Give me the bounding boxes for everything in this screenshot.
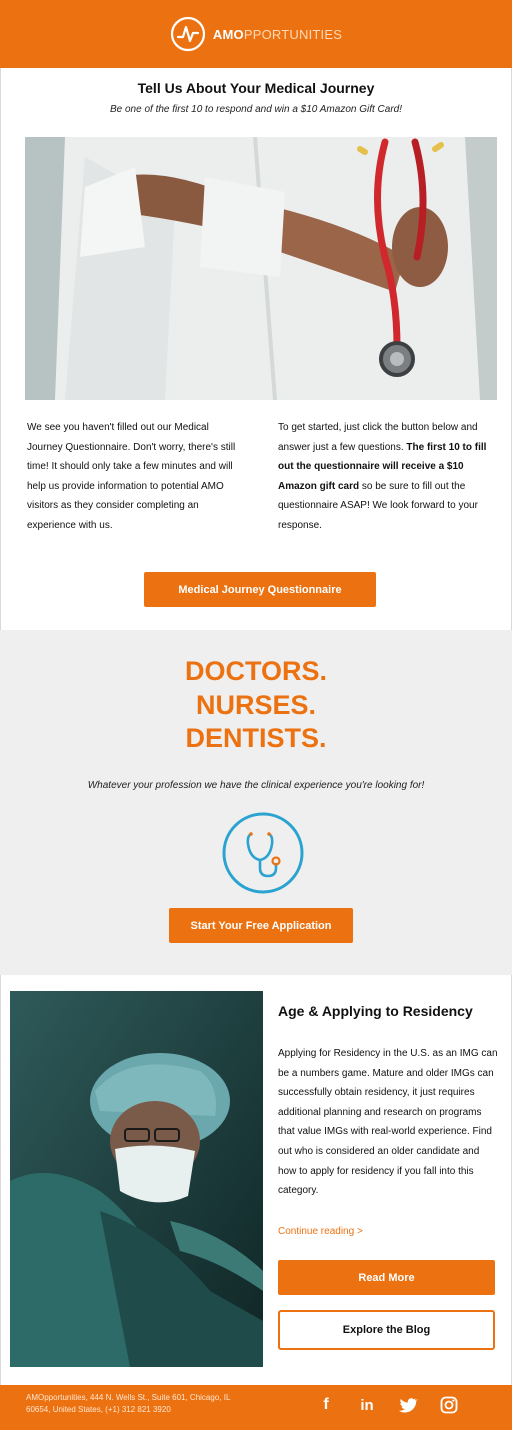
social-links: f in [316, 1395, 459, 1415]
blog-excerpt: Applying for Residency in the U.S. as an… [278, 1048, 498, 1197]
intro-paragraph-left: We see you haven't filled out our Medica… [27, 422, 236, 531]
professions-tagline: Whatever your profession we have the cli… [87, 780, 425, 791]
questionnaire-button[interactable]: Medical Journey Questionnaire [144, 572, 376, 607]
instagram-icon[interactable] [439, 1395, 459, 1415]
start-application-button[interactable]: Start Your Free Application [169, 908, 353, 943]
intro-paragraph-right: To get started, just click the button be… [278, 418, 500, 535]
headline-dentists: DENTISTS. [185, 723, 327, 753]
header-bar: AMOPPORTUNITIES [0, 0, 512, 68]
headline-nurses: NURSES. [195, 690, 317, 720]
logo-text-light: PPORTUNITIES [243, 26, 343, 42]
logo-wordmark: AMOPPORTUNITIES [213, 27, 342, 42]
linkedin-icon[interactable]: in [357, 1395, 377, 1415]
page-subtitle: Be one of the first 10 to respond and wi… [109, 104, 403, 115]
read-more-button[interactable]: Read More [278, 1260, 495, 1295]
twitter-icon[interactable] [398, 1395, 418, 1415]
stethoscope-icon [222, 812, 304, 894]
brand-logo[interactable]: AMOPPORTUNITIES [170, 16, 342, 52]
logo-text-bold: AMO [212, 26, 244, 42]
headline-doctors: DOCTORS. [184, 656, 327, 686]
continue-reading-link[interactable]: Continue reading > [278, 1226, 363, 1237]
amo-logo-icon [170, 16, 206, 52]
facebook-icon[interactable]: f [316, 1395, 336, 1415]
doctor-hero-image [25, 137, 497, 400]
page-title: Tell Us About Your Medical Journey [137, 80, 375, 96]
blog-title: Age & Applying to Residency [278, 1003, 473, 1019]
footer-bar: AMOpportunities, 444 N. Wells St., Suite… [0, 1385, 512, 1430]
footer-address: AMOpportunities, 444 N. Wells St., Suite… [26, 1393, 231, 1414]
surgeon-photo [10, 991, 263, 1367]
explore-blog-button[interactable]: Explore the Blog [278, 1310, 495, 1350]
